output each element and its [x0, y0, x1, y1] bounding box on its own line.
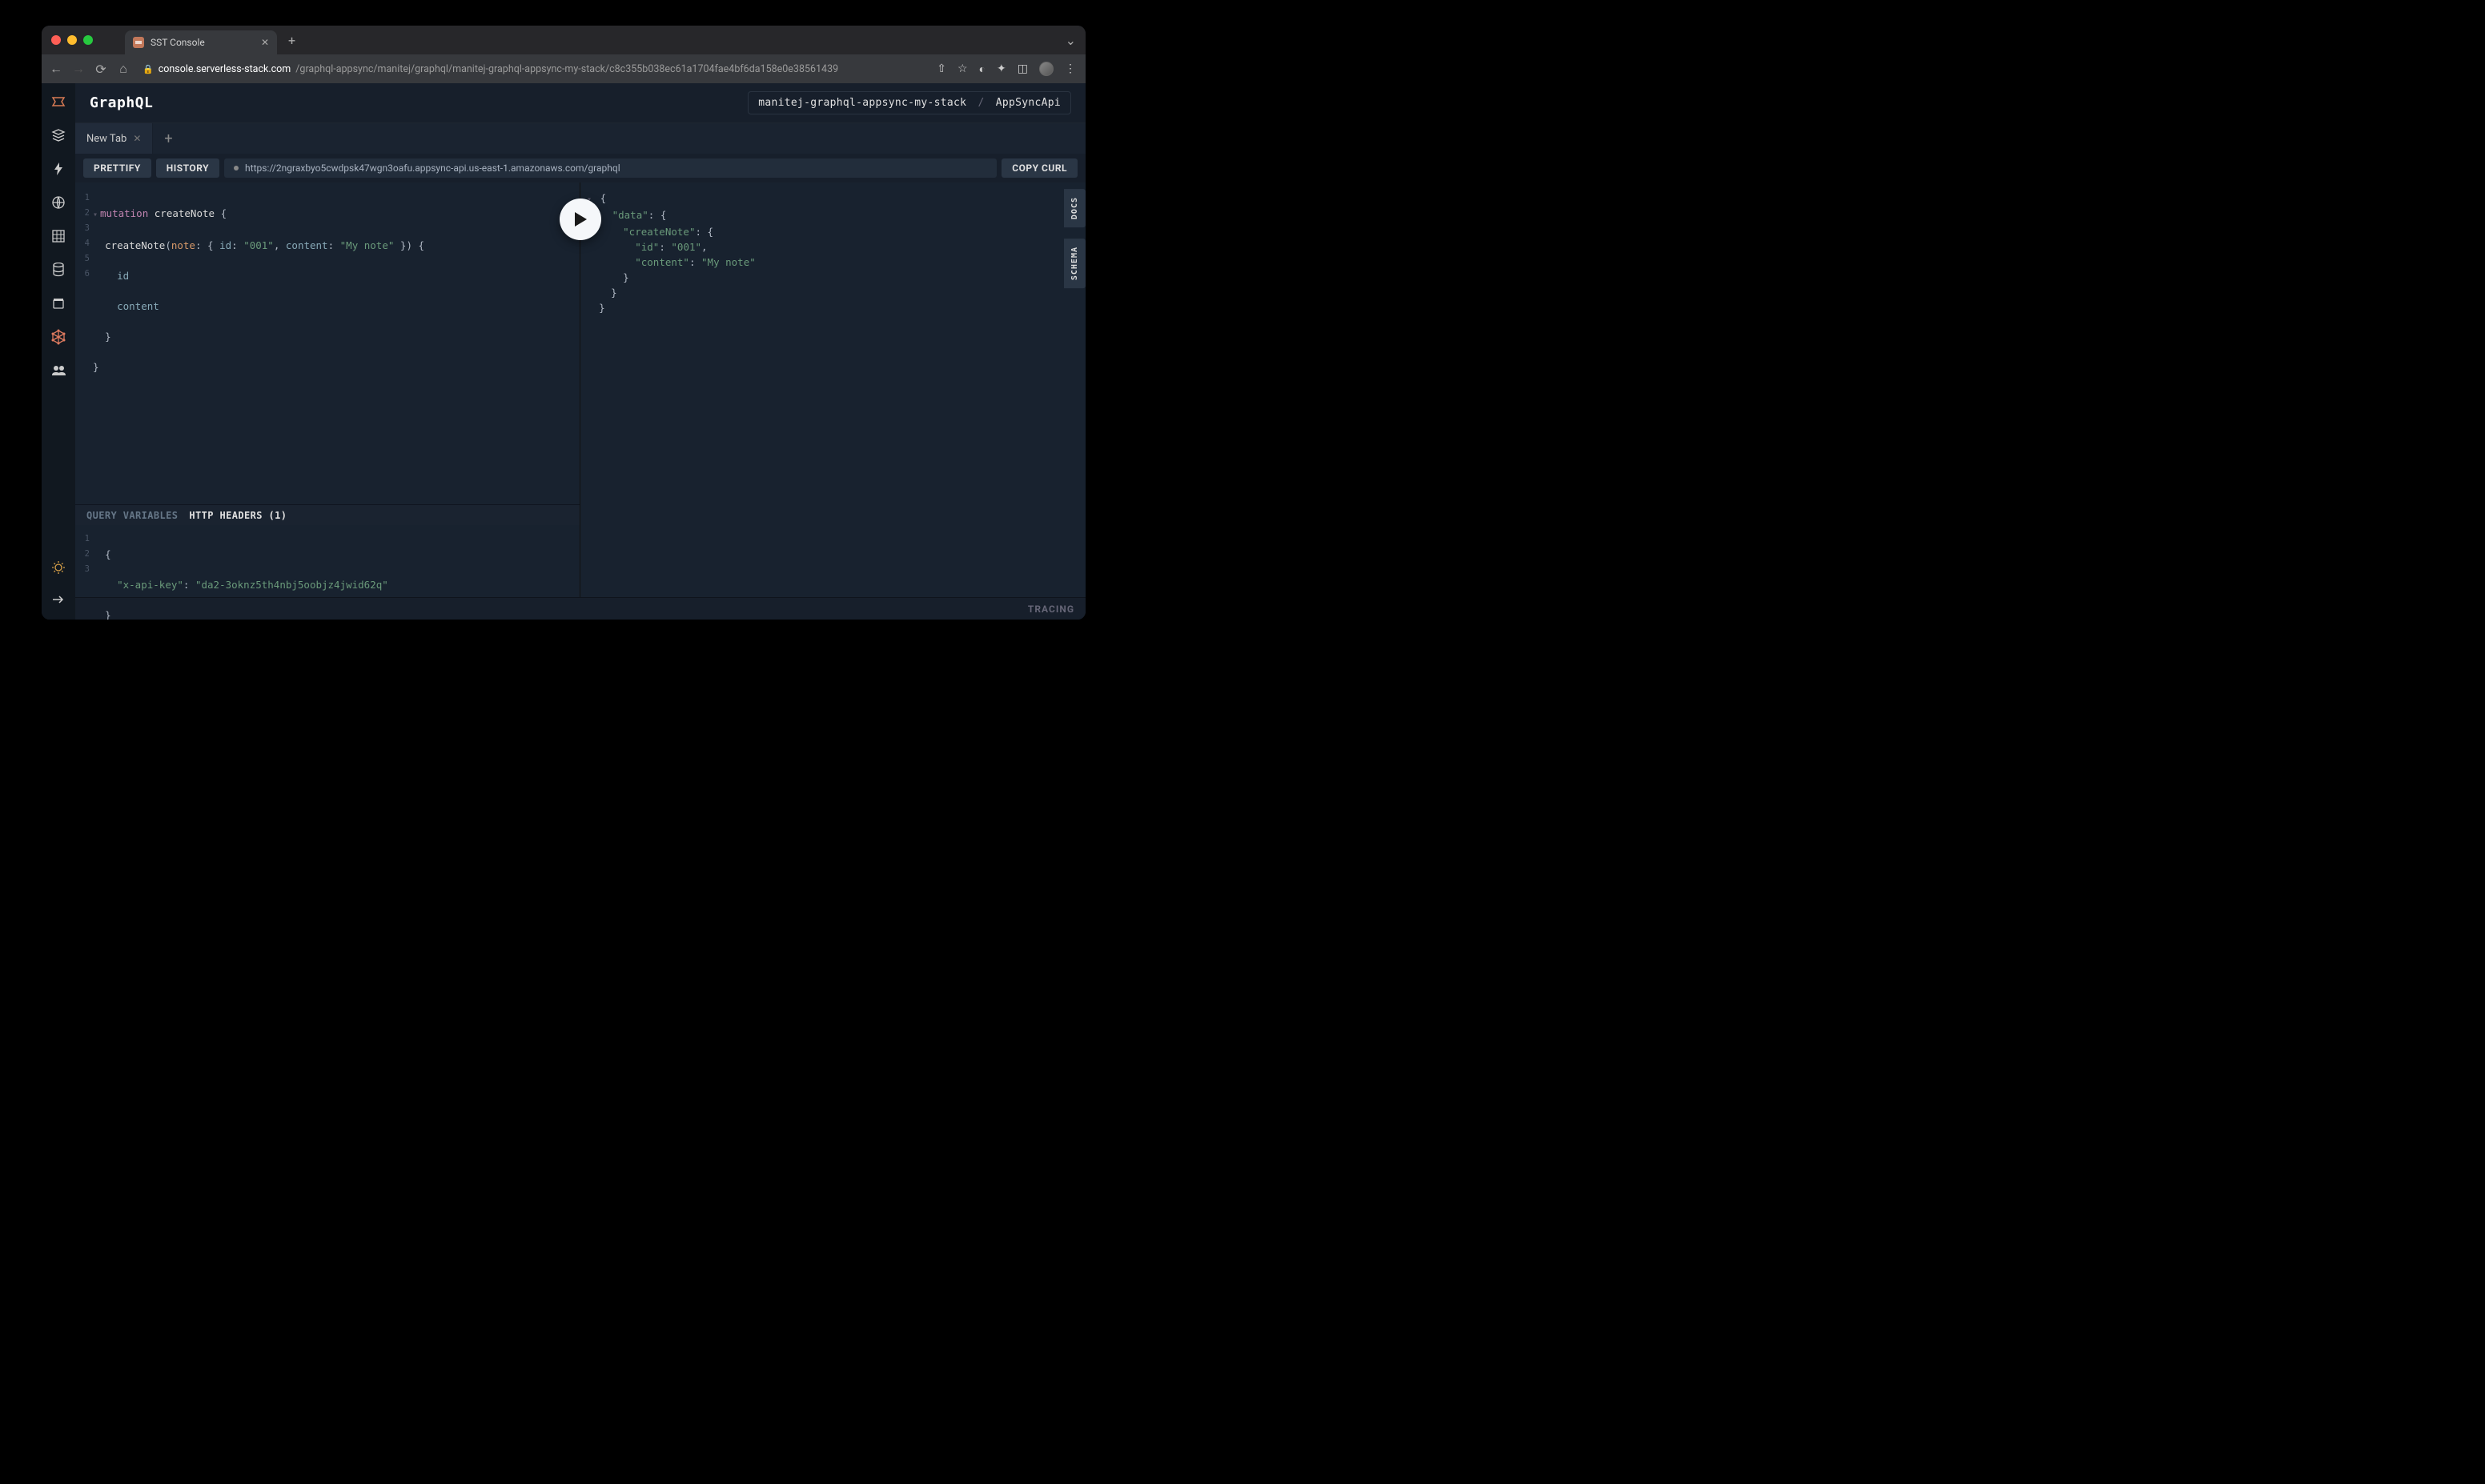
docs-tab[interactable]: DOCS	[1064, 189, 1086, 227]
tab-favicon-icon	[133, 37, 144, 48]
sidebar-item-buckets[interactable]	[50, 295, 67, 312]
endpoint-url: https://2ngraxbyo5cwdpsk47wgn3oafu.appsy…	[245, 162, 620, 174]
sidebar-item-data[interactable]	[50, 227, 67, 245]
breadcrumb-api: AppSyncApi	[996, 97, 1061, 109]
query-variables-tab[interactable]: QUERY VARIABLES	[86, 510, 178, 521]
copy-curl-button[interactable]: COPY CURL	[1002, 158, 1078, 178]
chrome-menu-icon[interactable]: ⋮	[1065, 62, 1076, 75]
http-headers-tab[interactable]: HTTP HEADERS (1)	[189, 510, 287, 521]
nav-back-button[interactable]: ←	[48, 61, 64, 77]
endpoint-status-dot	[234, 166, 239, 170]
share-icon[interactable]: ⇧	[937, 62, 946, 75]
window-maximize-button[interactable]	[83, 35, 93, 45]
headers-editor[interactable]: 1 2 3 { "x-api-key": "da2-3oknz5th4nbj5o…	[75, 525, 580, 597]
breadcrumb-stack: manitej-graphql-appsync-my-stack	[758, 97, 966, 109]
result-viewer: ▾ { ▾ "data": { "createNote": { "id": "0…	[580, 182, 1086, 597]
sidebar-item-rds[interactable]	[50, 261, 67, 279]
adblock-icon[interactable]: ◐	[979, 62, 986, 76]
sidebar-theme-toggle[interactable]	[50, 559, 67, 576]
breadcrumb-separator: /	[978, 97, 984, 109]
history-button[interactable]: HISTORY	[156, 158, 219, 178]
query-tab[interactable]: New Tab ✕	[75, 123, 153, 154]
sidebar-item-graphql[interactable]	[50, 328, 67, 346]
query-editor[interactable]: 1 2 3 4 5 6 ▾mutation createNote { creat…	[75, 182, 580, 504]
breadcrumb[interactable]: manitej-graphql-appsync-my-stack / AppSy…	[748, 91, 1071, 114]
headers-gutter: 1 2 3	[75, 531, 93, 597]
new-browser-tab-button[interactable]: +	[288, 33, 295, 48]
extensions-icon[interactable]: ✦	[997, 62, 1006, 75]
page-title: GraphQL	[90, 94, 153, 111]
sidebar-item-logo[interactable]	[50, 93, 67, 110]
window-close-button[interactable]	[51, 35, 61, 45]
tracing-button[interactable]: TRACING	[1028, 604, 1074, 615]
add-query-tab-button[interactable]: +	[153, 123, 183, 154]
window-minimize-button[interactable]	[67, 35, 77, 45]
sidebar-item-api[interactable]	[50, 194, 67, 211]
query-tab-label: New Tab	[86, 133, 126, 145]
tab-close-icon[interactable]: ✕	[261, 37, 269, 48]
address-path: /graphql-appsync/manitej/graphql/manitej…	[295, 63, 838, 75]
sidebar-item-cognito[interactable]	[50, 362, 67, 379]
bookmark-star-icon[interactable]: ☆	[957, 62, 968, 75]
sidebar-item-functions[interactable]	[50, 160, 67, 178]
nav-forward-button[interactable]: →	[70, 61, 86, 77]
sidebar-collapse-button[interactable]	[50, 591, 67, 608]
prettify-button[interactable]: PRETTIFY	[83, 158, 151, 178]
tab-title: SST Console	[151, 37, 205, 48]
browser-tab[interactable]: SST Console ✕	[125, 30, 277, 54]
address-host: console.serverless-stack.com	[159, 63, 291, 75]
profile-avatar[interactable]	[1039, 62, 1054, 76]
tabs-dropdown-icon[interactable]: ⌄	[1066, 33, 1076, 48]
address-bar[interactable]: 🔒 console.serverless-stack.com/graphql-a…	[138, 63, 930, 75]
lock-icon: 🔒	[143, 64, 154, 74]
query-tab-close-icon[interactable]: ✕	[133, 133, 141, 144]
sidepanel-icon[interactable]: ◫	[1018, 62, 1028, 75]
nav-reload-button[interactable]: ⟳	[93, 62, 109, 77]
schema-tab[interactable]: SCHEMA	[1064, 239, 1086, 288]
endpoint-field[interactable]: https://2ngraxbyo5cwdpsk47wgn3oafu.appsy…	[224, 158, 997, 178]
sidebar-item-stacks[interactable]	[50, 126, 67, 144]
run-query-button[interactable]	[560, 199, 601, 240]
query-gutter: 1 2 3 4 5 6	[75, 191, 93, 504]
nav-home-button[interactable]: ⌂	[115, 61, 131, 77]
